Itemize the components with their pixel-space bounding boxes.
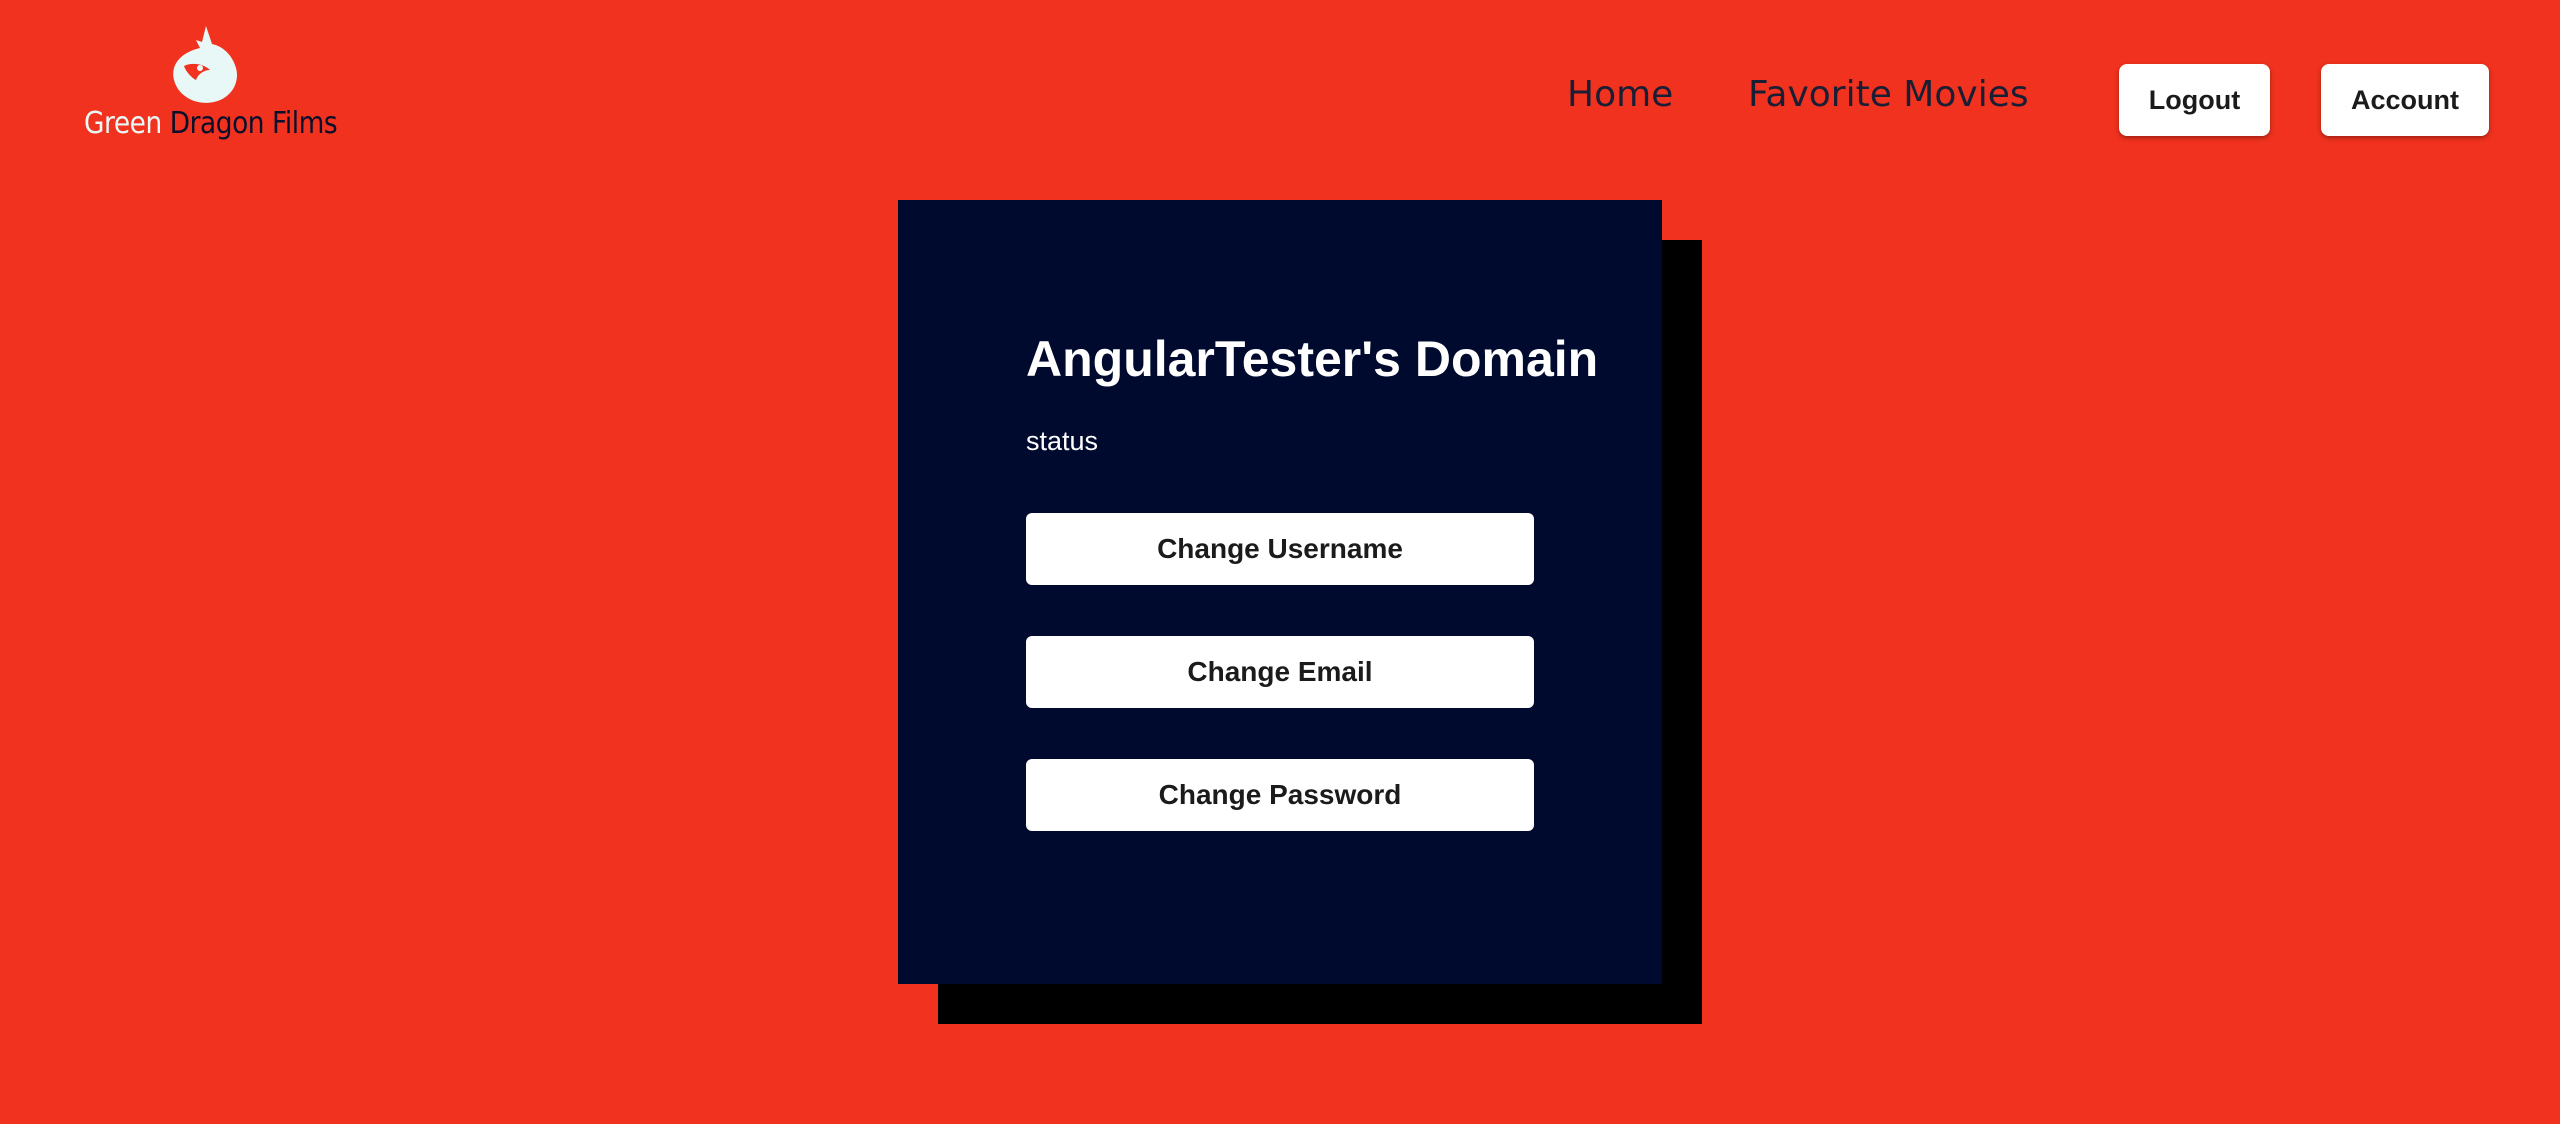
change-password-button[interactable]: Change Password bbox=[1026, 759, 1534, 831]
profile-card: AngularTester's Domain status Change Use… bbox=[898, 200, 1662, 984]
dragon-icon bbox=[173, 26, 238, 103]
nav-favorite-movies-link[interactable]: Favorite Movies bbox=[1748, 74, 2029, 115]
profile-status: status bbox=[1026, 426, 1099, 456]
account-button[interactable]: Account bbox=[2321, 64, 2489, 136]
logo[interactable]: Green Dragon Films bbox=[84, 22, 338, 146]
change-username-button[interactable]: Change Username bbox=[1026, 513, 1534, 585]
logo-word-green: Green bbox=[84, 106, 162, 141]
logo-text: Green Dragon Films bbox=[84, 106, 338, 141]
nav-home-link[interactable]: Home bbox=[1567, 74, 1673, 115]
logout-button[interactable]: Logout bbox=[2119, 64, 2270, 136]
profile-title: AngularTester's Domain bbox=[1026, 331, 1599, 387]
logo-word-dragon-films: Dragon Films bbox=[169, 106, 338, 141]
change-email-button[interactable]: Change Email bbox=[1026, 636, 1534, 708]
